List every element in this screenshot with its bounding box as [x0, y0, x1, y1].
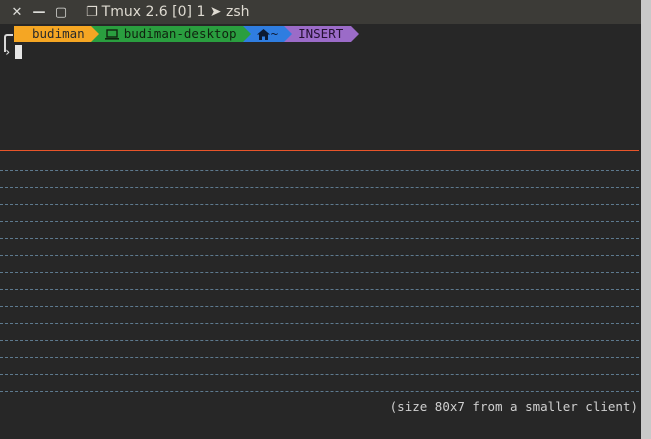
- unused-area-line: [0, 187, 639, 188]
- unused-area-line: [0, 255, 639, 256]
- prompt-dir: ~: [270, 26, 279, 41]
- unused-area-line: [0, 238, 639, 239]
- maximize-button[interactable]: ▢: [50, 1, 72, 23]
- laptop-icon: [104, 28, 119, 40]
- terminal-pane-bottom[interactable]: (size 80x7 from a smaller client): [0, 151, 641, 439]
- home-icon: [256, 28, 270, 40]
- input-chevron: ›: [4, 45, 12, 59]
- text-cursor: [15, 45, 23, 59]
- unused-area-line: [0, 289, 639, 290]
- terminal-pane-top[interactable]: [0, 24, 641, 150]
- unused-area-line: [0, 323, 639, 324]
- unused-area-line: [0, 340, 639, 341]
- unused-area-line: [0, 272, 639, 273]
- window-title: ❐ Tmux 2.6 [0] 1 ➤ zsh: [86, 4, 250, 20]
- prompt-host: budiman-desktop: [123, 26, 237, 41]
- terminal-window: ✕ — ▢ ❐ Tmux 2.6 [0] 1 ➤ zsh budiman bud…: [0, 0, 641, 439]
- unused-area-line: [0, 357, 639, 358]
- unused-area-line: [0, 391, 639, 392]
- prompt-mode-segment: INSERT: [284, 26, 360, 42]
- unused-area-line: [0, 221, 639, 222]
- close-button[interactable]: ✕: [6, 1, 28, 23]
- unused-area-line: [0, 204, 639, 205]
- powerline-prompt: budiman budiman-desktop ~ INSERT: [4, 26, 360, 42]
- window-icon: ❐: [86, 4, 98, 20]
- prompt-host-segment: budiman-desktop: [90, 26, 251, 42]
- unused-area-line: [0, 374, 639, 375]
- prompt-user: budiman: [32, 26, 85, 41]
- prompt-mode: INSERT: [298, 26, 344, 41]
- size-status-message: (size 80x7 from a smaller client): [389, 399, 638, 414]
- minimize-button[interactable]: —: [28, 1, 50, 23]
- prompt-user-segment: budiman: [14, 26, 99, 42]
- window-title-text: Tmux 2.6 [0] 1 ➤ zsh: [101, 4, 250, 20]
- input-line[interactable]: ›: [4, 45, 23, 59]
- title-bar: ✕ — ▢ ❐ Tmux 2.6 [0] 1 ➤ zsh: [0, 0, 641, 24]
- unused-area-line: [0, 170, 639, 171]
- unused-area-line: [0, 306, 639, 307]
